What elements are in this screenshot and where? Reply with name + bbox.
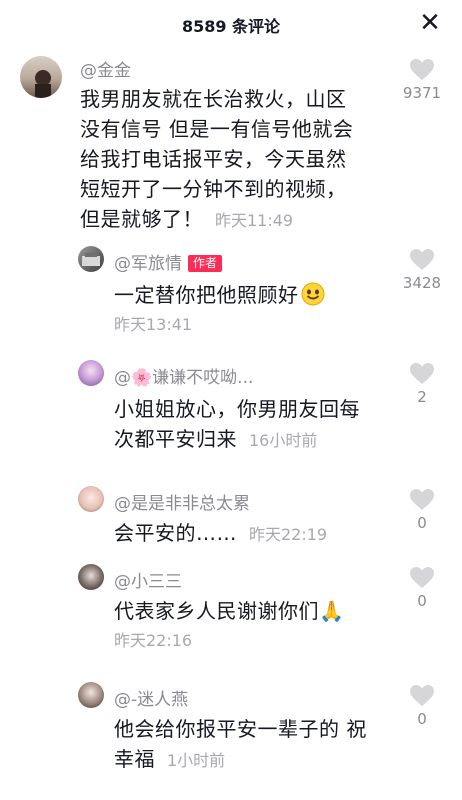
smiley-emoji-icon [301, 282, 324, 306]
avatar[interactable] [78, 360, 104, 386]
avatar[interactable] [78, 246, 104, 272]
author-badge: 作者 [188, 255, 223, 272]
comment-timestamp: 昨天13:41 [114, 315, 193, 334]
comment-text: 他会给你报平安一辈子的 祝 幸福 1小时前 [114, 717, 367, 771]
comment-text: 会平安的…… 昨天22:19 [114, 521, 328, 545]
comment-username[interactable]: @小三三 [114, 567, 182, 592]
comment-username[interactable]: @金金 [80, 56, 131, 81]
comment-username[interactable]: @是是非非总太累 [114, 489, 250, 514]
comment-text: 代表家乡人民谢谢你们🙏 昨天22:16 [114, 596, 404, 656]
like-button[interactable]: 2 [400, 362, 444, 406]
reply-item: @🌸谦谦不哎呦... 小姐姐放心，你男朋友回每 次都平安归来 16小时前 2 [0, 360, 462, 460]
heart-icon [410, 249, 434, 270]
reply-item: @小三三 代表家乡人民谢谢你们🙏 昨天22:16 0 [0, 564, 462, 660]
comment-timestamp: 1小时前 [167, 751, 226, 770]
reply-item: @是是非非总太累 会平安的…… 昨天22:19 0 [0, 486, 462, 546]
comment-timestamp: 昨天22:19 [249, 525, 328, 544]
close-icon[interactable]: ✕ [416, 8, 444, 38]
comment-username[interactable]: @军旅情 作者 [114, 249, 223, 274]
like-button[interactable]: 0 [400, 488, 444, 532]
avatar[interactable] [78, 564, 104, 590]
comment-timestamp: 16小时前 [249, 431, 318, 450]
comment-username[interactable]: @-迷人燕 [114, 685, 188, 710]
comment-username[interactable]: @🌸谦谦不哎呦... [114, 363, 253, 388]
comment-item: @金金 我男朋友就在长治救火，山区 没有信号 但是一有信号他就会 给我打电话报平… [0, 54, 462, 234]
heart-icon [410, 363, 434, 384]
heart-icon [410, 567, 434, 588]
like-count: 2 [417, 388, 427, 406]
reply-item: @-迷人燕 他会给你报平安一辈子的 祝 幸福 1小时前 0 [0, 682, 462, 782]
avatar[interactable] [20, 56, 62, 98]
avatar[interactable] [78, 486, 104, 512]
like-count: 0 [417, 710, 427, 728]
comments-header: 8589 条评论 ✕ [0, 0, 462, 48]
like-count: 0 [417, 592, 427, 610]
like-button[interactable]: 9371 [400, 58, 444, 102]
like-count: 3428 [402, 274, 442, 292]
heart-icon [410, 59, 434, 80]
heart-icon [410, 685, 434, 706]
like-button[interactable]: 0 [400, 684, 444, 728]
like-count: 0 [417, 514, 427, 532]
comment-text: 一定替你把他照顾好 昨天13:41 [114, 280, 384, 340]
avatar[interactable] [78, 682, 104, 708]
comment-timestamp: 昨天22:16 [114, 631, 193, 650]
comment-text: 小姐姐放心，你男朋友回每 次都平安归来 16小时前 [114, 397, 360, 451]
heart-icon [410, 489, 434, 510]
like-button[interactable]: 3428 [400, 248, 444, 292]
like-count: 9371 [402, 84, 442, 102]
reply-item: @军旅情 作者 一定替你把他照顾好 昨天13:41 3428 [0, 246, 462, 340]
like-button[interactable]: 0 [400, 566, 444, 610]
comment-text: 我男朋友就在长治救火，山区 没有信号 但是一有信号他就会 给我打电话报平安，今天… [80, 87, 354, 231]
comment-count-title: 8589 条评论 [181, 17, 281, 36]
comment-timestamp: 昨天11:49 [215, 211, 294, 230]
